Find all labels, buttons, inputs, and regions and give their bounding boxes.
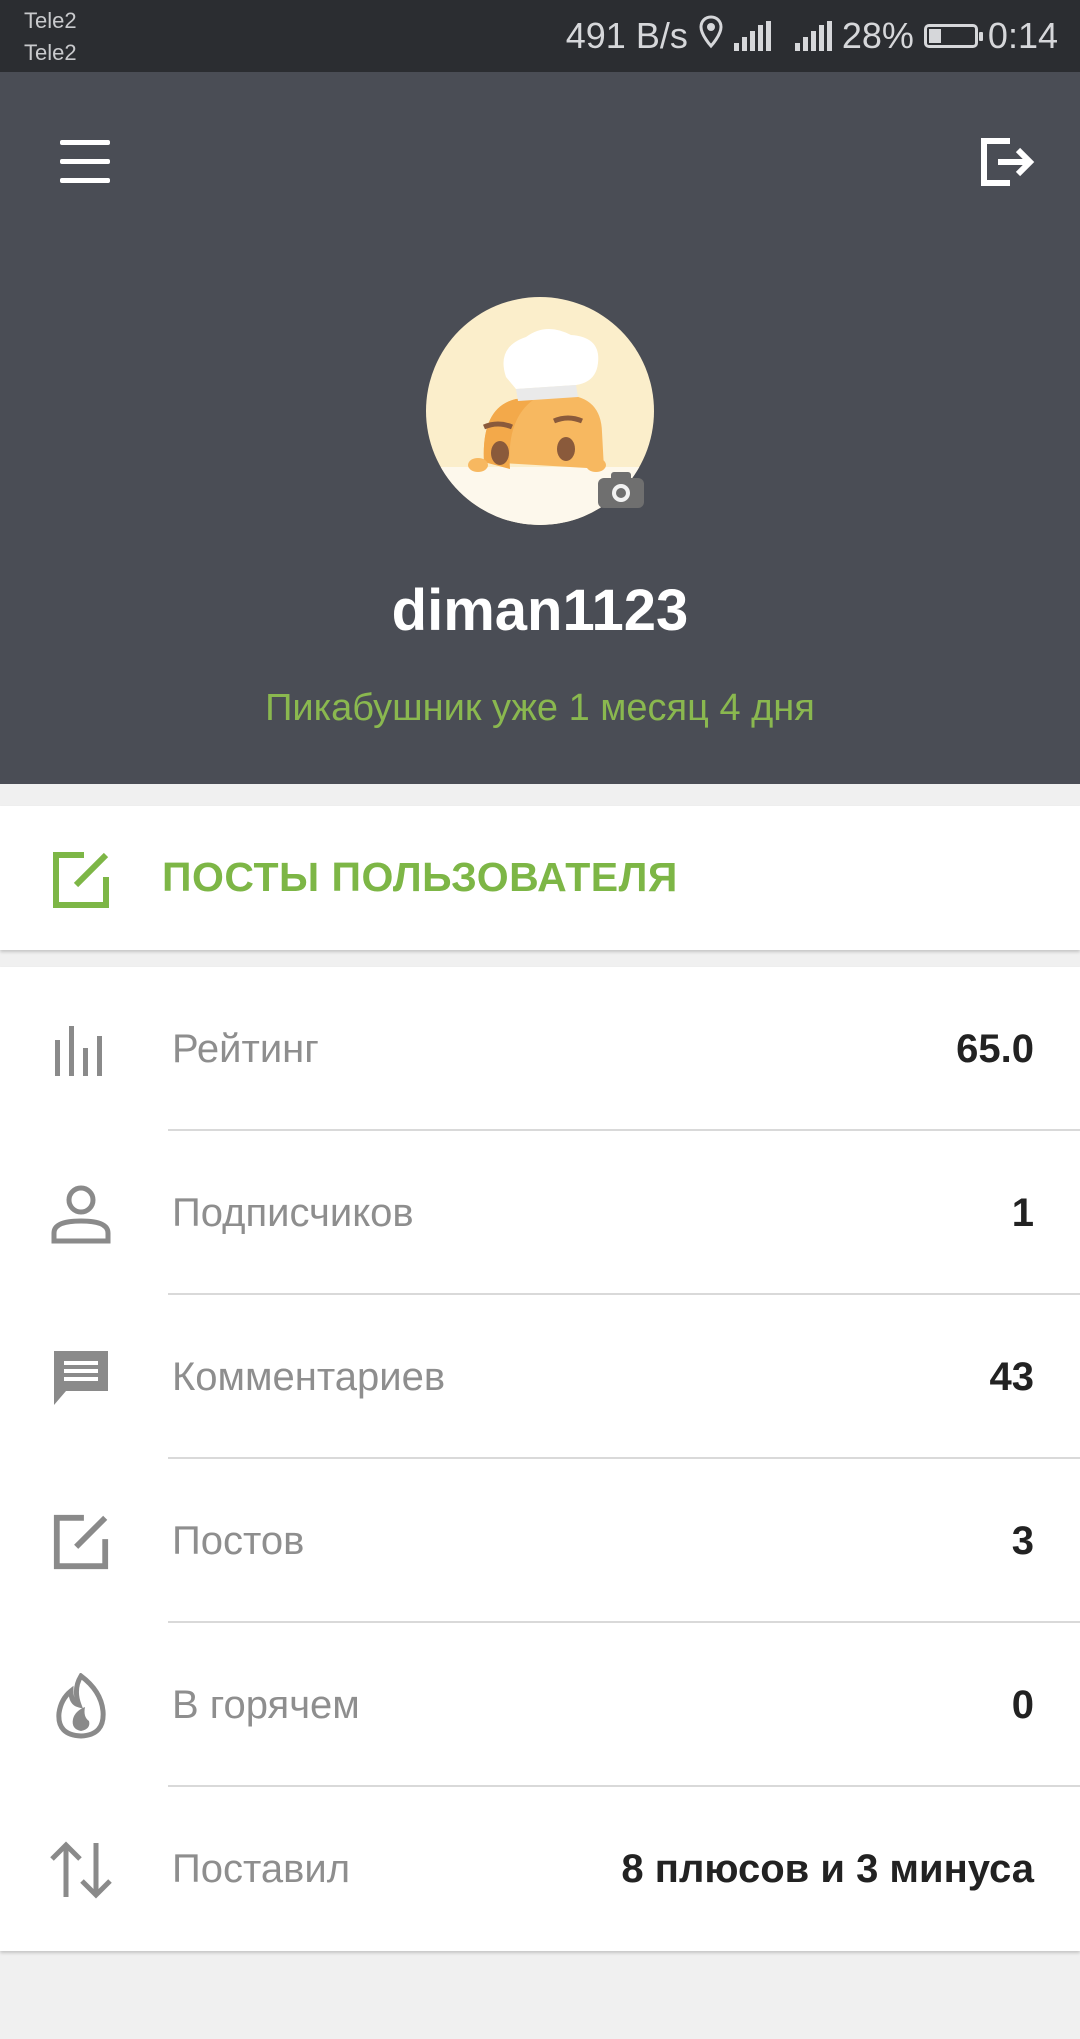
carrier-1: Tele2 — [24, 8, 77, 33]
stat-label: Постов — [172, 1519, 305, 1563]
stat-value: 3 — [1011, 1519, 1034, 1563]
hamburger-menu-icon[interactable] — [55, 132, 115, 192]
stat-label: Комментариев — [172, 1355, 446, 1399]
up-down-arrows-icon — [48, 1837, 114, 1903]
location-icon — [698, 14, 724, 58]
edit-icon — [50, 849, 112, 911]
status-indicators: 491 B/s 28% 0:14 — [565, 14, 1058, 58]
battery-icon — [923, 24, 983, 48]
stat-row-votes: Поставил 8 плюсов и 3 минуса — [0, 1787, 1080, 1951]
stat-row-comments: Комментариев 43 — [0, 1295, 1080, 1459]
stat-row-hot: В горячем 0 — [0, 1623, 1080, 1787]
net-speed: 491 B/s — [565, 15, 688, 56]
stat-value: 1 — [1011, 1191, 1034, 1235]
stat-label: В горячем — [172, 1683, 360, 1727]
signal-icon-2 — [794, 21, 832, 51]
clock: 0:14 — [987, 15, 1058, 56]
fire-icon — [48, 1673, 114, 1739]
stat-value: 65.0 — [956, 1027, 1034, 1071]
edit-icon — [48, 1509, 114, 1575]
user-posts-button[interactable]: ПОСТЫ ПОЛЬЗОВАТЕЛЯ — [0, 806, 1080, 950]
stat-value: 0 — [1011, 1683, 1034, 1727]
comment-icon — [48, 1345, 114, 1411]
logout-icon[interactable] — [970, 127, 1040, 197]
stats-list: Рейтинг 65.0 Подписчиков 1 Комментариев … — [0, 967, 1080, 1951]
battery-percent: 28% — [841, 15, 914, 56]
stat-value: 43 — [989, 1355, 1035, 1399]
carrier-2: Tele2 — [24, 40, 77, 65]
username: diman1123 — [391, 578, 689, 643]
stat-value: 8 плюсов и 3 минуса — [621, 1847, 1034, 1891]
status-bar: Tele2 Tele2 491 B/s 28% 0:14 — [0, 0, 1080, 72]
stat-label: Подписчиков — [172, 1191, 414, 1235]
signal-icon-1 — [733, 21, 771, 51]
profile-header: diman1123 Пикабушник уже 1 месяц 4 дня — [0, 72, 1080, 784]
bar-chart-icon — [48, 1017, 114, 1083]
stat-row-posts: Постов 3 — [0, 1459, 1080, 1623]
stat-row-subscribers: Подписчиков 1 — [0, 1131, 1080, 1295]
user-posts-label: ПОСТЫ ПОЛЬЗОВАТЕЛЯ — [162, 854, 678, 900]
camera-icon[interactable] — [596, 470, 646, 510]
tenure-text: Пикабушник уже 1 месяц 4 дня — [265, 687, 815, 729]
stat-label: Рейтинг — [172, 1027, 319, 1071]
person-icon — [48, 1181, 114, 1247]
stat-row-rating: Рейтинг 65.0 — [0, 967, 1080, 1131]
stat-label: Поставил — [172, 1847, 351, 1891]
